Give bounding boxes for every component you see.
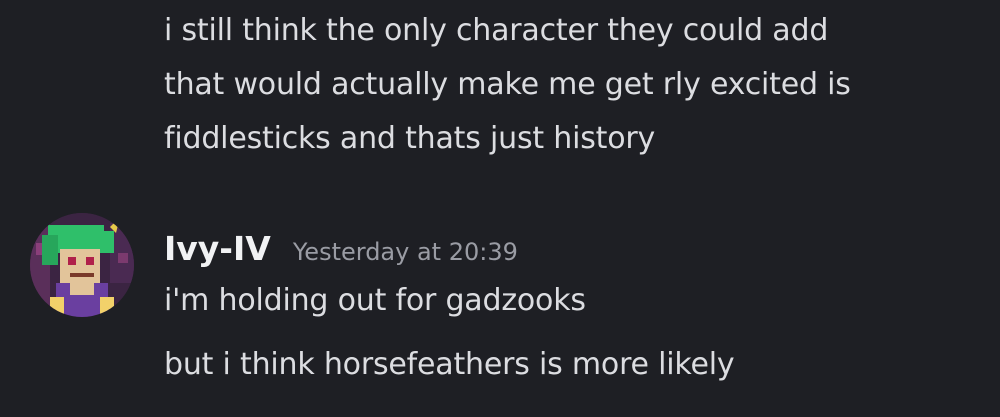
previous-message[interactable]: i still think the only character they co… (164, 4, 980, 166)
timestamp[interactable]: Yesterday at 20:39 (293, 225, 518, 279)
message-header: Ivy-IV Yesterday at 20:39 (164, 222, 518, 276)
message-line: fiddlesticks and thats just history (164, 121, 656, 156)
avatar-image (30, 213, 134, 317)
message-line: that would actually make me get rly exci… (164, 67, 851, 102)
user-avatar[interactable] (30, 213, 134, 317)
message-text[interactable]: i'm holding out for gadzooks (164, 274, 586, 328)
message-line: i still think the only character they co… (164, 13, 829, 48)
message-text[interactable]: but i think horsefeathers is more likely (164, 338, 735, 392)
username[interactable]: Ivy-IV (164, 222, 271, 276)
